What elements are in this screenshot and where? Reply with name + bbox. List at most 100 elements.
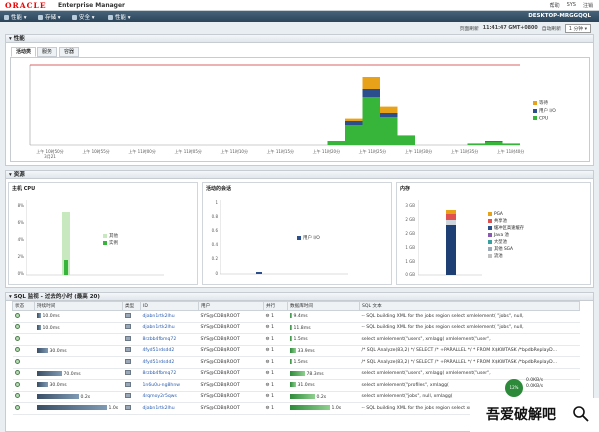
duration-bar [36,324,41,330]
sql-text-cell: /* SQL Analyze(83,2) */ SELECT /* +PARAL… [359,345,580,357]
tab-activity-class[interactable]: 活动类 [11,47,37,57]
cpu-y-2: 2% [17,254,24,259]
menu-performance-2[interactable]: 性能 ▾ [108,13,131,21]
sess-legend-userio: 用户 I/O [297,235,320,241]
menu-security[interactable]: 安全 ▾ [72,13,95,21]
sql-monitor-header[interactable]: ▾ SQL 监视 - 过去的小时 (最高 20) [6,293,593,301]
db-time-bar [289,370,305,376]
db-time-cell: 78.3ms [287,368,360,380]
col-db-time[interactable]: 数据库时间 [287,301,360,311]
menu-performance[interactable]: 性能 ▾ [4,13,27,21]
user-cell: SYS@CDB$ROOT [198,310,264,323]
type-cell [122,379,141,392]
id-cell[interactable]: 1n6u0u-ng8hnw [140,379,199,392]
large-swatch [488,239,492,244]
perf-bar-cpu [362,97,380,145]
db-time-cell: 33.9ms [287,345,360,357]
duration-cell: 10.0ms [34,322,123,334]
auto-refresh-select[interactable]: 1 分钟 ▾ [564,24,591,33]
memory-chart [418,200,482,276]
perf-x-tick: 上午 11时35分 [450,149,479,154]
perf-bar-wait [362,77,380,89]
id-cell[interactable]: djabn1rtk2lhu [140,322,199,334]
userio-swatch [533,108,537,113]
db-time-bar [289,313,292,319]
duration-cell: 10.0ms [34,310,123,323]
perf-bar-user-io [380,113,398,117]
perf-x-tick: 上午 11时25分 [358,149,387,154]
app-header: ORACLE Enterprise Manager 帮助 SYS 注销 [0,0,599,11]
table-row[interactable]: 8rzbb4fbmq72 SYS@CDB$ROOT ⚙ 1 1.5ms select x… [12,333,580,346]
menu-storage[interactable]: 存储 ▾ [38,13,61,21]
sql-type-icon [124,335,131,341]
table-row[interactable]: 30.0ms 4fyd51rdsdd2 SYS@CDB$ROOT ⚙ 1 33.9ms /… [12,345,580,357]
parallel-icon: ⚙ [265,313,270,319]
mem-pga-seg [446,210,456,214]
table-row[interactable]: 10.0ms djabn1rtk2lhu SYS@CDB$ROOT ⚙ 1 9.4ms -… [12,310,580,323]
host-cpu-title: 主机 CPU [12,186,36,192]
perf-legend-wait: 等待 [533,100,548,106]
sess-y-0: 0 [215,271,218,276]
col-status[interactable]: 状态 [12,301,35,311]
refresh-time: 11:41:47 GMT+0800 [482,26,538,31]
table-row[interactable]: 70.0ms 8rzbb4fbmq72 SYS@CDB$ROOT ⚙ 1 78.3ms s… [12,368,580,380]
sess-userio-bar [256,272,262,274]
perf-bar-cpu [327,141,345,145]
done-icon [14,358,20,364]
db-time-cell: 0.2s [287,391,360,403]
parallel-icon: ⚙ [265,405,270,411]
host-label[interactable]: DESKTOP-MRGGQQL [528,13,591,19]
wait-swatch [533,100,537,105]
duration-cell: 1.0s [34,402,123,415]
type-cell [122,402,141,415]
tab-services[interactable]: 服务 [37,47,58,57]
performance-chart [29,64,520,146]
parallel-icon: ⚙ [265,336,270,342]
col-id[interactable]: ID [140,301,199,311]
sess-y-04: 0.4 [211,242,218,247]
resources-header[interactable]: ▾ 资源 [6,171,593,179]
storage-icon [38,15,43,20]
duration-bar [36,370,62,376]
db-time-cell: 9.4ms [287,310,360,323]
search-icon[interactable] [572,405,590,423]
id-cell[interactable]: 4rqmoy2r5qws [140,391,199,403]
id-cell[interactable]: 8rzbb4fbmq72 [140,368,199,380]
table-row[interactable]: 30.0ms 1n6u0u-ng8hnw SYS@CDB$ROOT ⚙ 1 31.0ms… [12,379,580,392]
id-cell[interactable]: 4fyd51rdsdd2 [140,345,199,357]
mem-y-1b: 1 GB [405,259,415,264]
done-icon [14,347,20,353]
network-badge[interactable]: 12% [505,379,523,397]
cpu-instance-area [64,260,68,275]
performance-header[interactable]: ▾ 性能 [6,35,593,43]
col-duration[interactable]: 持续时间 [34,301,123,311]
db-time-bar [289,347,296,353]
user-link[interactable]: SYS [567,2,576,9]
tab-containers[interactable]: 容器 [59,47,80,57]
perf-bar-cpu [345,125,363,145]
parallel-icon: ⚙ [265,359,270,365]
buffer-swatch [488,225,492,230]
col-parallel[interactable]: 并行 [263,301,288,311]
id-cell[interactable]: 4fyd51rdsdd2 [140,356,199,369]
id-cell[interactable]: 8rzbb4fbmq72 [140,333,199,346]
col-sql-text[interactable]: SQL 文本 [359,301,580,311]
table-row[interactable]: 10.0ms djabn1rtk2lhu SYS@CDB$ROOT ⚙ 1 11.8ms… [12,322,580,334]
sql-type-icon [124,358,131,364]
oracle-logo: ORACLE [5,1,47,10]
sql-text-cell: -- SQL building XML for the jobs region … [359,322,580,334]
duration-cell: 70.0ms [34,368,123,380]
col-type[interactable]: 类型 [122,301,141,311]
help-link[interactable]: 帮助 [550,2,560,9]
host-cpu-chart [26,200,164,276]
table-row[interactable]: 4fyd51rdsdd2 SYS@CDB$ROOT ⚙ 1 1.5ms/* SQL A… [12,356,580,369]
id-cell[interactable]: djabn1rtk2lhu [140,402,199,415]
sess-y-02: 0.2 [211,256,218,261]
logout-link[interactable]: 注销 [583,2,593,9]
type-cell [122,333,141,346]
id-cell[interactable]: djabn1rtk2lhu [140,310,199,323]
col-user[interactable]: 用户 [198,301,264,311]
memory-title: 内存 [400,186,411,192]
cpu-legend-other: 其他 [103,233,118,239]
mem-legend-large: 大型池 [488,239,524,246]
